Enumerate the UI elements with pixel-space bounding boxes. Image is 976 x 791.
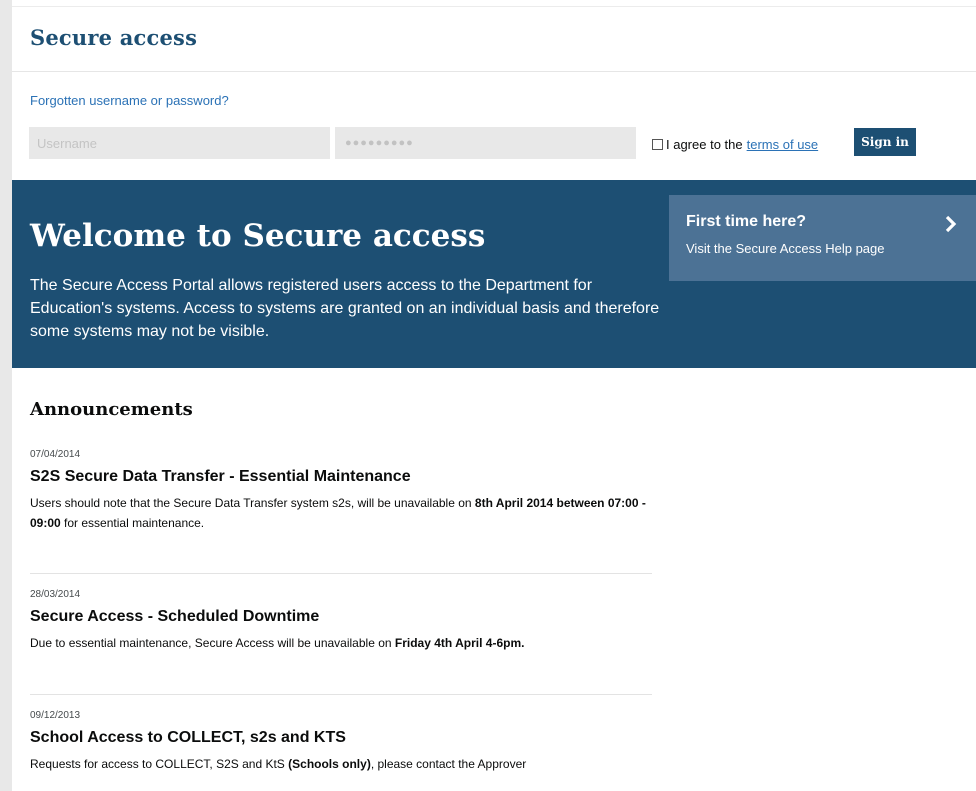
password-mask: ●●●●●●●●● xyxy=(345,137,414,149)
welcome-title: Welcome to Secure access xyxy=(30,218,486,254)
announcement-title: Secure Access - Scheduled Downtime xyxy=(30,608,320,625)
first-time-help-panel[interactable]: First time here? Visit the Secure Access… xyxy=(669,195,976,281)
terms-agreement[interactable]: I agree to the terms of use xyxy=(652,137,818,152)
announcement-item: 28/03/2014 Secure Access - Scheduled Dow… xyxy=(30,589,652,695)
sign-in-button[interactable]: Sign in xyxy=(854,128,916,156)
terms-of-use-link[interactable]: terms of use xyxy=(747,137,819,152)
left-edge-bar xyxy=(0,0,12,791)
username-input[interactable] xyxy=(29,127,330,159)
welcome-description: The Secure Access Portal allows register… xyxy=(30,277,660,340)
announcement-date: 09/12/2013 xyxy=(30,710,81,721)
announcement-date: 28/03/2014 xyxy=(30,589,81,600)
announcement-body: Requests for access to COLLECT, S2S and … xyxy=(30,757,527,771)
announcement-title: S2S Secure Data Transfer - Essential Mai… xyxy=(30,468,411,485)
forgot-credentials-link[interactable]: Forgotten username or password? xyxy=(30,93,229,108)
announcement-title: School Access to COLLECT, s2s and KTS xyxy=(30,729,346,746)
site-title: Secure access xyxy=(30,25,198,50)
terms-agree-label: I agree to the xyxy=(666,137,743,152)
announcement-item: 07/04/2014 S2S Secure Data Transfer - Es… xyxy=(30,449,652,574)
announcements-heading: Announcements xyxy=(30,399,193,420)
terms-checkbox[interactable] xyxy=(652,139,663,150)
site-header: Secure access xyxy=(12,7,976,72)
chevron-right-icon[interactable] xyxy=(942,215,960,233)
welcome-banner: Welcome to Secure access The Secure Acce… xyxy=(12,180,976,368)
first-time-title: First time here? xyxy=(686,213,807,230)
announcement-item: 09/12/2013 School Access to COLLECT, s2s… xyxy=(30,710,652,791)
help-page-link[interactable]: Visit the Secure Access Help page xyxy=(686,241,885,256)
announcement-body: Users should note that the Secure Data T… xyxy=(30,496,646,530)
announcement-date: 07/04/2014 xyxy=(30,449,81,460)
announcement-body: Due to essential maintenance, Secure Acc… xyxy=(30,636,525,650)
